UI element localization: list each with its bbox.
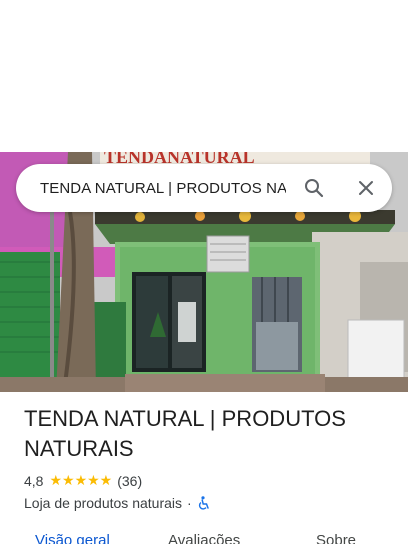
- search-query-text[interactable]: TENDA NATURAL | PRODUTOS NATURAIS: [40, 180, 286, 197]
- tab-reviews[interactable]: Avaliações: [168, 532, 240, 544]
- star-rating-icon: ★★★★★: [49, 472, 113, 488]
- tab-about[interactable]: Sobre: [316, 532, 356, 544]
- clear-search-button[interactable]: [354, 176, 378, 200]
- search-bar[interactable]: TENDA NATURAL | PRODUTOS NATURAIS: [16, 164, 392, 212]
- place-tabs: Visão geral Avaliações Sobre: [0, 528, 408, 544]
- category-row: Loja de produtos naturais ·: [24, 495, 394, 511]
- tab-overview[interactable]: Visão geral: [35, 532, 110, 544]
- rating-row[interactable]: 4,8 ★★★★★ (36): [24, 472, 394, 489]
- place-category: Loja de produtos naturais: [24, 495, 182, 511]
- separator-dot: ·: [187, 495, 192, 511]
- close-icon: [359, 181, 373, 195]
- place-info: TENDA NATURAL | PRODUTOS NATURAIS 4,8 ★★…: [24, 404, 394, 511]
- place-title: TENDA NATURAL | PRODUTOS NATURAIS: [24, 406, 346, 461]
- rating-value: 4,8: [24, 472, 44, 489]
- search-button[interactable]: [302, 176, 326, 200]
- wheelchair-accessible-icon: [198, 496, 209, 510]
- review-count[interactable]: (36): [117, 473, 142, 489]
- search-icon: [305, 179, 324, 198]
